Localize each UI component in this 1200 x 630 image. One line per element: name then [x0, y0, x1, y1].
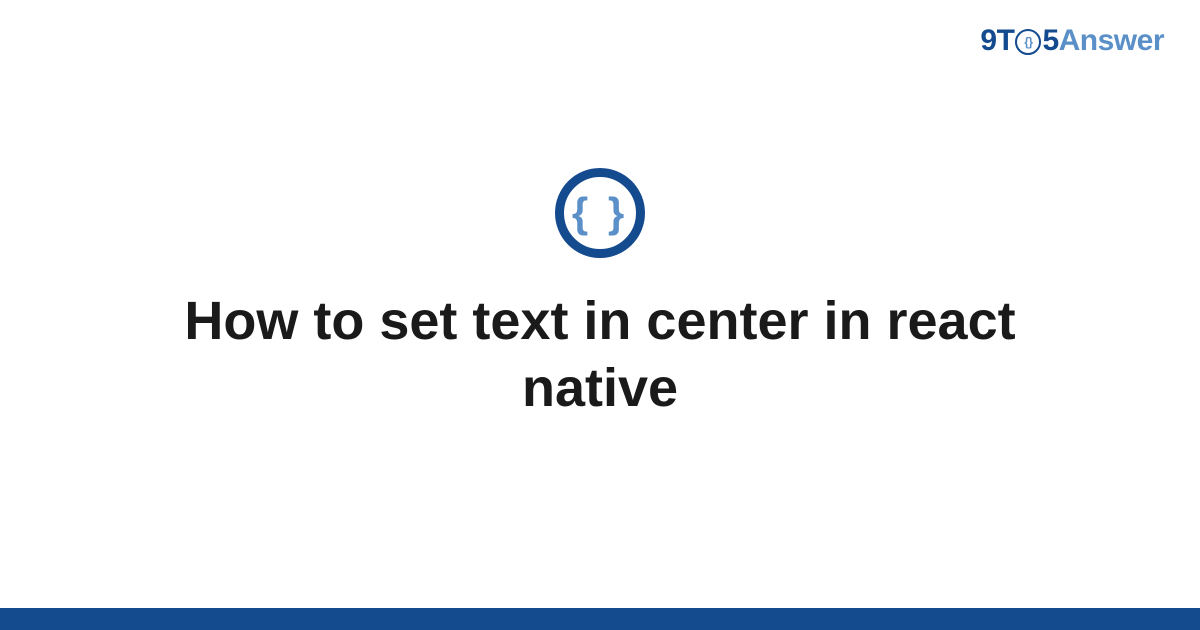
code-braces-icon: { }	[572, 192, 628, 234]
footer-accent-bar	[0, 608, 1200, 630]
topic-icon-ring: { }	[555, 168, 645, 258]
main-content: { } How to set text in center in react n…	[0, 0, 1200, 630]
page-title: How to set text in center in react nativ…	[100, 288, 1100, 423]
